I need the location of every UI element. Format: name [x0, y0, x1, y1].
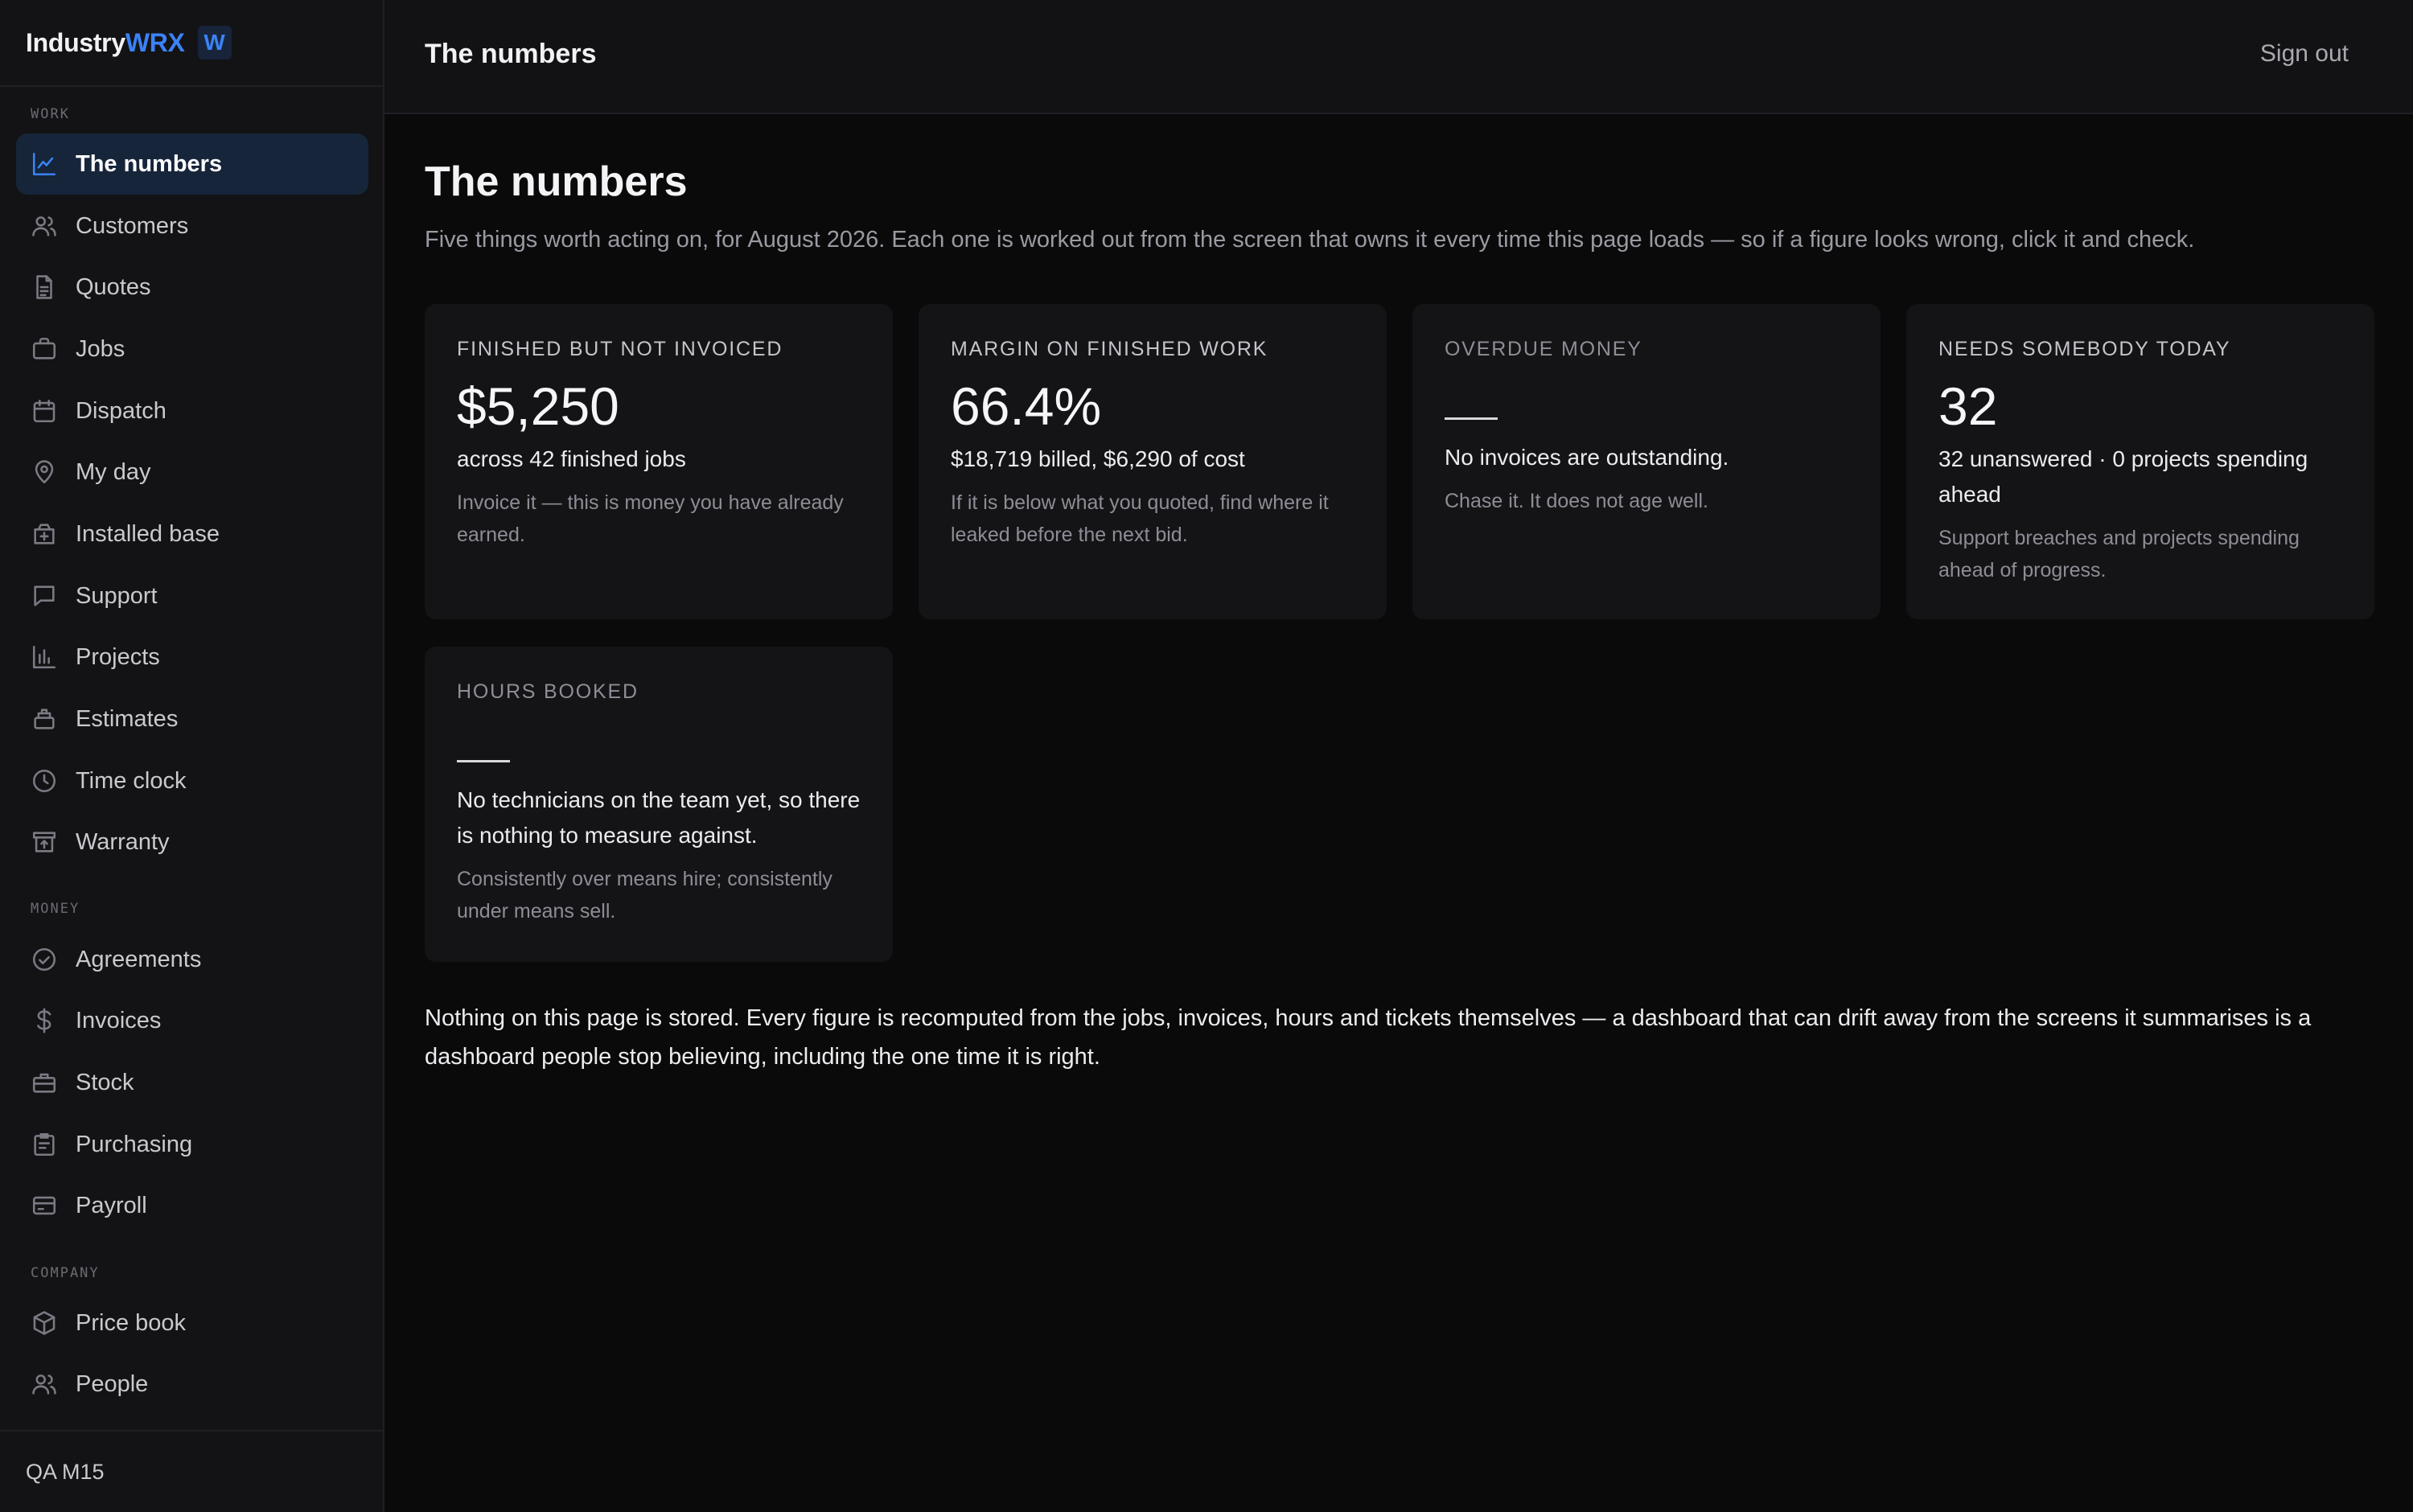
sign-out-button[interactable]: Sign out: [2260, 40, 2349, 68]
people-icon: [31, 1370, 58, 1398]
nav-section-company: COMPANY: [31, 1265, 100, 1281]
page-footnote: Nothing on this page is stored. Every fi…: [425, 1005, 2312, 1070]
dollar-icon: [31, 1007, 58, 1034]
sidebar-item-quotes[interactable]: Quotes: [16, 257, 368, 318]
sidebar-item-label: Purchasing: [76, 1131, 193, 1157]
briefcase-icon: [31, 335, 58, 363]
calendar-icon: [31, 397, 58, 425]
clock-icon: [31, 767, 58, 795]
chat-bubble-icon: [31, 582, 58, 610]
nav-section-money: MONEY: [31, 901, 80, 917]
sidebar-item-label: People: [76, 1370, 149, 1397]
workspace-badge[interactable]: W: [197, 26, 232, 60]
sidebar-item-label: Time clock: [76, 767, 187, 794]
metric-card-finished-not-invoiced[interactable]: FINISHED BUT NOT INVOICED $5,250 across …: [425, 304, 893, 619]
sidebar-item-label: Jobs: [76, 335, 125, 362]
card-label: NEEDS SOMEBODY TODAY: [1938, 338, 2231, 360]
sidebar-item-label: Projects: [76, 643, 160, 670]
sidebar-item-projects[interactable]: Projects: [16, 627, 368, 688]
card-note: Consistently over means hire; consistent…: [457, 868, 832, 922]
sidebar-item-jobs[interactable]: Jobs: [16, 318, 368, 380]
sidebar-item-price-book[interactable]: Price book: [16, 1292, 368, 1354]
sidebar-item-label: My day: [76, 458, 151, 485]
sidebar-item-label: Stock: [76, 1069, 134, 1095]
sidebar-item-warranty[interactable]: Warranty: [16, 811, 368, 873]
sidebar-item-time-clock[interactable]: Time clock: [16, 750, 368, 811]
card-note: Support breaches and projects spending a…: [1938, 527, 2300, 581]
card-icon: [31, 1192, 58, 1219]
card-detail: $18,719 billed, $6,290 of cost: [951, 446, 1245, 471]
sidebar-item-label: Dispatch: [76, 397, 166, 424]
sidebar-item-dispatch[interactable]: Dispatch: [16, 380, 368, 442]
brand-logo: IndustryWRX: [26, 27, 185, 57]
sidebar-item-label: Support: [76, 582, 158, 609]
page-title: The numbers: [425, 158, 688, 205]
top-bar: The numbers Sign out: [384, 0, 2413, 114]
card-label: MARGIN ON FINISHED WORK: [951, 338, 1268, 360]
sidebar: IndustryWRX W WORK The numbers Customers…: [0, 0, 384, 1512]
nav-section-work: WORK: [31, 106, 70, 122]
card-value: 66.4%: [951, 376, 1102, 436]
cube-icon: [31, 1309, 58, 1337]
sidebar-item-people[interactable]: People: [16, 1354, 368, 1415]
card-label: FINISHED BUT NOT INVOICED: [457, 338, 783, 360]
sidebar-item-label: Customers: [76, 212, 189, 239]
sidebar-item-the-numbers[interactable]: The numbers: [16, 134, 368, 195]
card-note: Invoice it — this is money you have alre…: [457, 491, 844, 546]
clipboard-list-icon: [31, 1131, 58, 1158]
empty-value-dash: [457, 721, 861, 778]
sidebar-item-estimates[interactable]: Estimates: [16, 688, 368, 750]
document-icon: [31, 273, 58, 301]
sidebar-item-label: Installed base: [76, 520, 220, 547]
card-value: $5,250: [457, 376, 619, 436]
empty-value-dash: [1445, 379, 1848, 435]
sidebar-item-installed-base[interactable]: Installed base: [16, 503, 368, 565]
card-detail: across 42 finished jobs: [457, 446, 686, 471]
card-note: If it is below what you quoted, find whe…: [951, 491, 1329, 546]
sidebar-item-my-day[interactable]: My day: [16, 442, 368, 503]
card-detail: 32 unanswered · 0 projects spending ahea…: [1938, 446, 2308, 507]
card-value: 32: [1938, 376, 1998, 436]
sidebar-item-label: Agreements: [76, 946, 202, 972]
card-label: HOURS BOOKED: [457, 680, 639, 703]
sidebar-item-customers[interactable]: Customers: [16, 195, 368, 257]
card-note: Chase it. It does not age well.: [1445, 490, 1708, 512]
account-switcher[interactable]: QA M15: [0, 1430, 383, 1512]
line-chart-icon: [31, 150, 58, 178]
sidebar-item-label: Invoices: [76, 1007, 162, 1033]
metric-card-hours-booked[interactable]: HOURS BOOKED No technicians on the team …: [425, 647, 893, 962]
sidebar-item-label: Warranty: [76, 828, 170, 855]
archive-icon: [31, 828, 58, 856]
sidebar-item-label: Price book: [76, 1309, 187, 1336]
metric-card-needs-somebody-today[interactable]: NEEDS SOMEBODY TODAY 32 32 unanswered · …: [1906, 304, 2374, 619]
sidebar-item-agreements[interactable]: Agreements: [16, 929, 368, 990]
package-plus-icon: [31, 520, 58, 548]
sidebar-item-invoices[interactable]: Invoices: [16, 990, 368, 1051]
card-label: OVERDUE MONEY: [1445, 338, 1642, 360]
sidebar-item-purchasing[interactable]: Purchasing: [16, 1114, 368, 1175]
card-detail: No invoices are outstanding.: [1445, 445, 1729, 470]
metric-card-margin[interactable]: MARGIN ON FINISHED WORK 66.4% $18,719 bi…: [919, 304, 1387, 619]
brand[interactable]: IndustryWRX W: [0, 0, 383, 87]
clipboard-stack-icon: [31, 705, 58, 733]
sidebar-item-label: The numbers: [76, 150, 223, 177]
check-circle-icon: [31, 946, 58, 973]
map-pin-icon: [31, 458, 58, 486]
toolbox-icon: [31, 1069, 58, 1096]
sidebar-item-label: Payroll: [76, 1192, 147, 1218]
sidebar-item-label: Quotes: [76, 273, 151, 300]
header-title: The numbers: [425, 39, 597, 69]
sidebar-item-stock[interactable]: Stock: [16, 1052, 368, 1113]
bar-chart-icon: [31, 643, 58, 671]
metric-card-overdue-money[interactable]: OVERDUE MONEY No invoices are outstandin…: [1412, 304, 1881, 619]
users-icon: [31, 212, 58, 240]
sidebar-item-label: Estimates: [76, 705, 179, 732]
card-detail: No technicians on the team yet, so there…: [457, 787, 861, 848]
sidebar-item-support[interactable]: Support: [16, 565, 368, 627]
page-subtitle: Five things worth acting on, for August …: [425, 227, 2195, 253]
sidebar-item-payroll[interactable]: Payroll: [16, 1175, 368, 1236]
